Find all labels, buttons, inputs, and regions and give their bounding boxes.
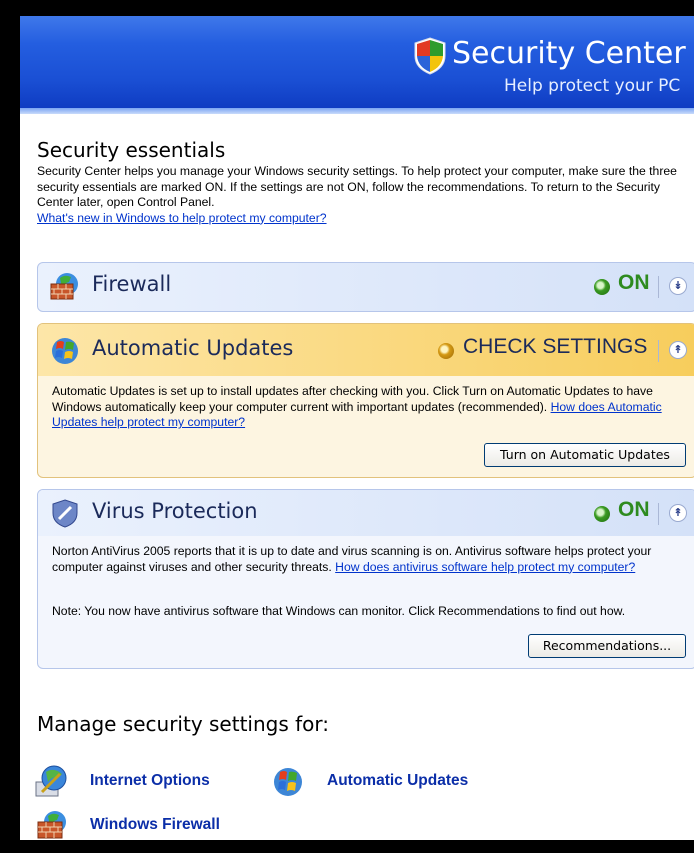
manage-section-title: Manage security settings for: bbox=[37, 712, 330, 736]
intro-paragraph: Security Center helps you manage your Wi… bbox=[37, 164, 677, 209]
automatic-updates-panel: Automatic Updates CHECK SETTINGS ↟ Autom… bbox=[37, 323, 694, 478]
automatic-updates-title: Automatic Updates bbox=[92, 336, 294, 360]
virus-protection-title: Virus Protection bbox=[92, 499, 258, 523]
automatic-updates-header[interactable]: Automatic Updates CHECK SETTINGS ↟ bbox=[38, 324, 694, 376]
status-separator bbox=[658, 340, 659, 362]
virus-protection-status: ON bbox=[618, 498, 650, 521]
status-check-icon bbox=[438, 343, 454, 359]
virus-protection-description: Norton AntiVirus 2005 reports that it is… bbox=[52, 544, 692, 575]
status-separator bbox=[658, 503, 659, 525]
app-subtitle: Help protect your PC bbox=[504, 76, 681, 96]
shield-icon bbox=[414, 37, 446, 75]
virus-protection-header[interactable]: Virus Protection ON ↟ bbox=[38, 490, 694, 536]
firewall-header[interactable]: Firewall ON ↡ bbox=[38, 263, 694, 309]
firewall-status: ON bbox=[618, 271, 650, 294]
header-banner: Security Center Help protect your PC bbox=[20, 16, 694, 108]
app-title: Security Center bbox=[452, 36, 686, 71]
automatic-updates-description: Automatic Updates is set up to install u… bbox=[52, 384, 692, 431]
firewall-icon bbox=[37, 811, 66, 839]
section-title: Security essentials bbox=[37, 138, 226, 162]
virus-protection-panel: Virus Protection ON ↟ Norton AntiVirus 2… bbox=[37, 489, 694, 669]
whats-new-link[interactable]: What's new in Windows to help protect my… bbox=[37, 211, 327, 225]
status-on-icon bbox=[594, 279, 610, 295]
virus-protection-help-link[interactable]: How does antivirus software help protect… bbox=[335, 560, 635, 574]
chevron-up-icon[interactable]: ↟ bbox=[669, 341, 687, 359]
automatic-updates-link[interactable]: Automatic Updates bbox=[327, 772, 468, 790]
internet-options-link[interactable]: Internet Options bbox=[90, 772, 210, 790]
status-separator bbox=[658, 276, 659, 298]
internet-options-icon bbox=[35, 765, 67, 797]
virus-protection-note: Note: You now have antivirus software th… bbox=[52, 604, 626, 618]
header-divider bbox=[20, 108, 694, 114]
recommendations-button[interactable]: Recommendations... bbox=[528, 634, 686, 658]
status-on-icon bbox=[594, 506, 610, 522]
windows-firewall-link[interactable]: Windows Firewall bbox=[90, 816, 220, 834]
chevron-up-icon[interactable]: ↟ bbox=[669, 504, 687, 522]
firewall-title: Firewall bbox=[92, 272, 172, 296]
intro-text: Security Center helps you manage your Wi… bbox=[37, 164, 687, 226]
automatic-updates-status: CHECK SETTINGS bbox=[463, 335, 648, 358]
windows-logo-icon bbox=[274, 768, 302, 796]
chevron-down-icon[interactable]: ↡ bbox=[669, 277, 687, 295]
virus-shield-icon bbox=[52, 499, 78, 528]
security-center-window: Security Center Help protect your PC Sec… bbox=[20, 16, 694, 840]
firewall-icon bbox=[50, 273, 78, 300]
firewall-panel: Firewall ON ↡ bbox=[37, 262, 694, 312]
windows-logo-icon bbox=[52, 338, 78, 364]
turn-on-automatic-updates-button[interactable]: Turn on Automatic Updates bbox=[484, 443, 686, 467]
